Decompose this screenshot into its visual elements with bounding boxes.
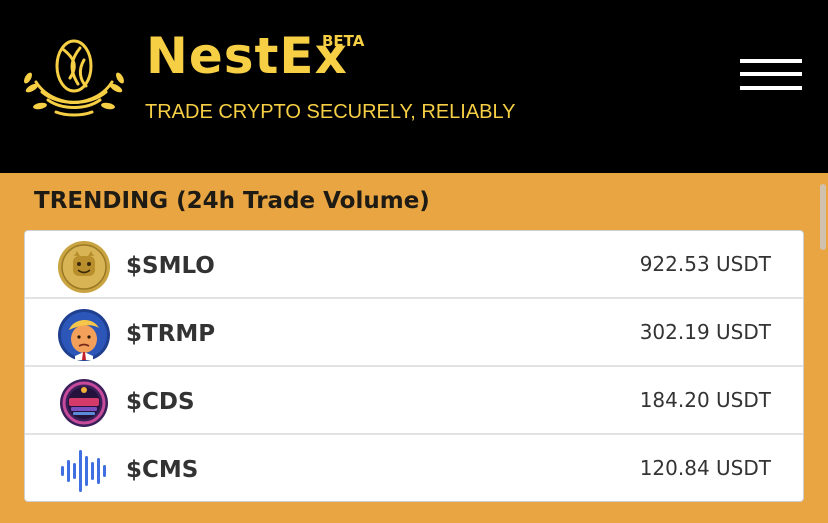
menu-line <box>740 59 802 63</box>
volume-value: 184.20 USDT <box>639 388 771 412</box>
nest-egg-logo-icon[interactable] <box>22 36 126 118</box>
trmp-coin-icon <box>58 309 110 361</box>
trending-row-trmp[interactable]: $TRMP 302.19 USDT <box>25 297 803 365</box>
menu-line <box>740 72 802 76</box>
volume-value: 120.84 USDT <box>639 456 771 480</box>
menu-line <box>740 86 802 90</box>
trending-title: TRENDING (24h Trade Volume) <box>34 188 430 214</box>
trending-row-cms[interactable]: $CMS 120.84 USDT <box>25 433 803 501</box>
trending-row-smlo[interactable]: $SMLO 922.53 USDT <box>25 231 803 297</box>
beta-badge: BETA <box>322 32 365 50</box>
brand-name[interactable]: NestEx <box>146 28 348 84</box>
app-header: NestEx BETA TRADE CRYPTO SECURELY, RELIA… <box>0 0 828 173</box>
page-scrollbar[interactable] <box>820 184 826 250</box>
volume-value: 302.19 USDT <box>639 320 771 344</box>
ticker-label: $CMS <box>126 457 199 483</box>
tagline: TRADE CRYPTO SECURELY, RELIABLY <box>145 101 516 123</box>
ticker-label: $SMLO <box>126 253 215 279</box>
smlo-coin-icon <box>58 241 110 293</box>
ticker-label: $TRMP <box>126 321 216 347</box>
volume-value: 922.53 USDT <box>639 252 771 276</box>
trending-list: $SMLO 922.53 USDT $TRMP 302.19 USDT $CDS… <box>24 230 804 502</box>
ticker-label: $CDS <box>126 389 195 415</box>
hamburger-menu-icon[interactable] <box>740 58 802 94</box>
cms-soundwave-icon <box>61 450 106 492</box>
cds-coin-icon <box>60 379 108 427</box>
trending-row-cds[interactable]: $CDS 184.20 USDT <box>25 365 803 433</box>
